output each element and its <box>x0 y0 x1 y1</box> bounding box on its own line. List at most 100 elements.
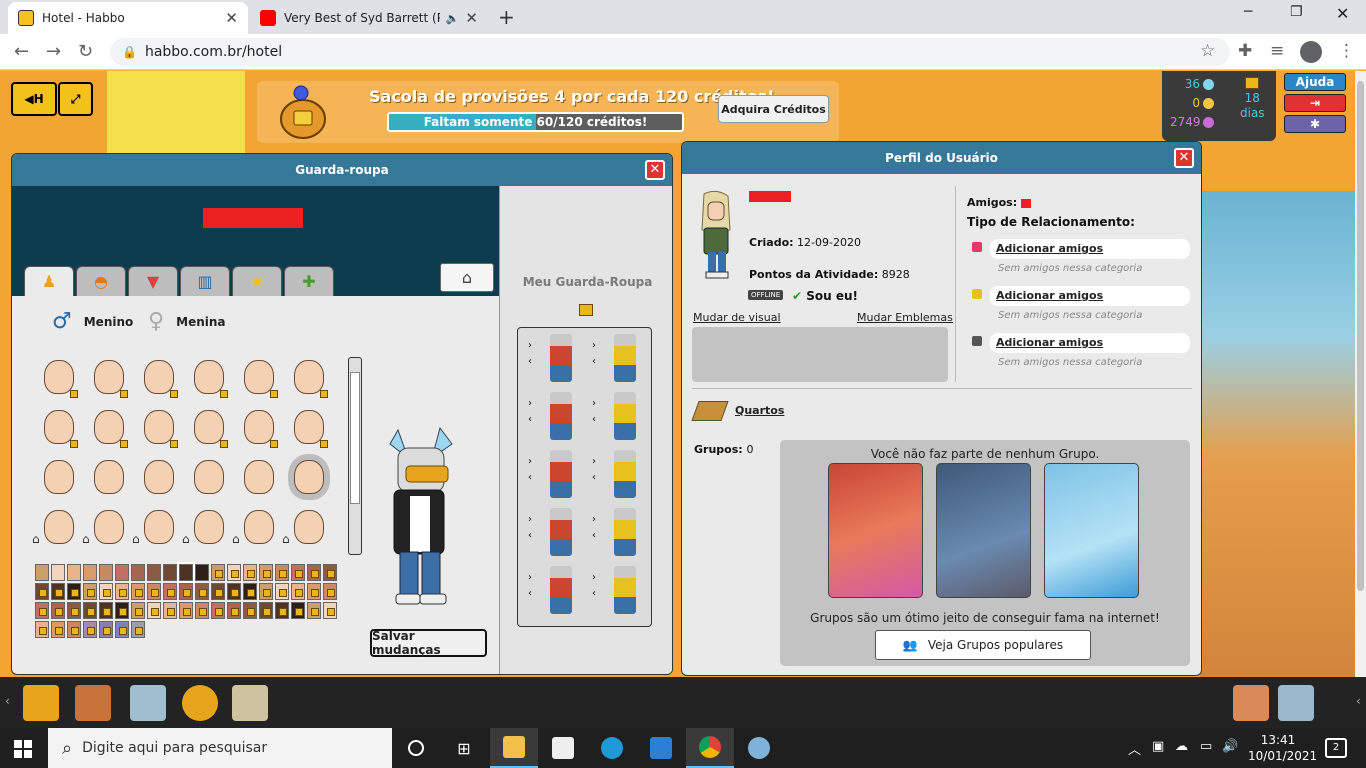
color-swatch[interactable] <box>35 583 49 600</box>
load-outfit-arrow-icon[interactable]: ‹ <box>592 472 596 483</box>
face-option[interactable] <box>194 360 224 394</box>
extensions-puzzle-icon[interactable]: ✚ <box>1238 41 1252 61</box>
saved-outfit-slot[interactable] <box>550 566 572 614</box>
load-outfit-arrow-icon[interactable]: ‹ <box>528 530 532 541</box>
media-queue-icon[interactable]: ≡ <box>1270 41 1284 61</box>
color-swatch[interactable] <box>99 621 113 638</box>
catalog-icon[interactable] <box>130 685 166 721</box>
saved-outfit-slot[interactable] <box>550 508 572 556</box>
color-swatch[interactable] <box>83 564 97 581</box>
store-icon[interactable] <box>539 728 587 768</box>
face-option[interactable] <box>244 510 274 544</box>
save-outfit-arrow-icon[interactable]: › <box>592 340 596 351</box>
load-outfit-arrow-icon[interactable]: ‹ <box>528 356 532 367</box>
color-swatch[interactable] <box>131 621 145 638</box>
profile-header[interactable]: Perfil do Usuário ✕ <box>682 142 1201 174</box>
tab-legs[interactable]: ▥ <box>180 266 230 296</box>
save-outfit-arrow-icon[interactable]: › <box>592 514 596 525</box>
load-outfit-arrow-icon[interactable]: ‹ <box>528 472 532 483</box>
face-option[interactable] <box>44 360 74 394</box>
save-outfit-arrow-icon[interactable]: › <box>528 572 532 583</box>
profile-avatar-icon[interactable] <box>1300 41 1322 63</box>
save-outfit-arrow-icon[interactable]: › <box>592 456 596 467</box>
change-look-link[interactable]: Mudar de visual <box>693 311 781 324</box>
color-swatch[interactable] <box>227 564 241 581</box>
color-swatch[interactable] <box>83 621 97 638</box>
face-option[interactable] <box>44 510 74 544</box>
color-swatch[interactable] <box>307 583 321 600</box>
color-swatch[interactable] <box>211 583 225 600</box>
face-option[interactable] <box>244 360 274 394</box>
face-option[interactable] <box>94 510 124 544</box>
face-option[interactable] <box>194 460 224 494</box>
network-icon[interactable]: ▭ <box>1200 739 1212 754</box>
buy-credits-button[interactable]: Adquira Créditos <box>718 95 829 123</box>
add-friends-link[interactable]: Adicionar amigos <box>990 333 1190 353</box>
face-option[interactable] <box>194 410 224 444</box>
taskbar-search-box[interactable]: ⌕ Digite aqui para pesquisar <box>48 728 392 768</box>
face-option[interactable] <box>244 460 274 494</box>
color-swatch[interactable] <box>67 583 81 600</box>
task-view-icon[interactable]: ⊞ <box>440 728 488 768</box>
wardrobe-hanger-button[interactable]: ⌂ <box>440 263 494 292</box>
face-option[interactable] <box>194 510 224 544</box>
face-option[interactable] <box>144 360 174 394</box>
color-swatch[interactable] <box>275 564 289 581</box>
speaker-icon[interactable]: 🔈 <box>446 12 460 25</box>
color-swatch[interactable] <box>67 564 81 581</box>
color-swatch[interactable] <box>99 583 113 600</box>
color-swatch[interactable] <box>291 583 305 600</box>
file-explorer-icon[interactable] <box>490 728 538 768</box>
color-swatch[interactable] <box>195 602 209 619</box>
color-swatch[interactable] <box>291 602 305 619</box>
color-swatch[interactable] <box>179 583 193 600</box>
tab-youtube[interactable]: Very Best of Syd Barrett (Pink 🔈 ✕ <box>250 2 488 34</box>
wardrobe-close-button[interactable]: ✕ <box>645 160 665 180</box>
tab-habbo[interactable]: Hotel - Habbo ✕ <box>8 2 248 34</box>
color-swatch[interactable] <box>211 564 225 581</box>
color-swatch[interactable] <box>83 602 97 619</box>
save-outfit-arrow-icon[interactable]: › <box>592 398 596 409</box>
color-swatch[interactable] <box>131 602 145 619</box>
color-swatch[interactable] <box>307 602 321 619</box>
color-swatch[interactable] <box>323 583 337 600</box>
color-swatch[interactable] <box>99 564 113 581</box>
color-swatch[interactable] <box>131 564 145 581</box>
color-swatch[interactable] <box>275 583 289 600</box>
saved-outfit-slot[interactable] <box>550 334 572 382</box>
save-outfit-arrow-icon[interactable]: › <box>528 340 532 351</box>
load-outfit-arrow-icon[interactable]: ‹ <box>528 414 532 425</box>
tab-effects[interactable]: ★ <box>232 266 282 296</box>
edge-icon[interactable] <box>588 728 636 768</box>
color-swatch[interactable] <box>275 602 289 619</box>
face-option[interactable] <box>94 410 124 444</box>
color-swatch[interactable] <box>323 564 337 581</box>
color-swatch[interactable] <box>259 602 273 619</box>
color-swatch[interactable] <box>35 621 49 638</box>
color-swatch[interactable] <box>163 583 177 600</box>
color-swatch[interactable] <box>195 564 209 581</box>
tab-body[interactable]: ♟ <box>24 266 74 296</box>
color-swatch[interactable] <box>227 602 241 619</box>
friends-icon[interactable] <box>1233 685 1269 721</box>
color-swatch[interactable] <box>259 583 273 600</box>
color-swatch[interactable] <box>243 564 257 581</box>
face-option[interactable] <box>144 460 174 494</box>
color-swatch[interactable] <box>147 602 161 619</box>
face-option[interactable] <box>94 360 124 394</box>
load-outfit-arrow-icon[interactable]: ‹ <box>592 588 596 599</box>
face-option[interactable] <box>294 360 324 394</box>
paint-icon[interactable] <box>735 728 783 768</box>
tab-pets[interactable]: ✚ <box>284 266 334 296</box>
gender-female-option[interactable]: ♀ Menina <box>148 309 226 334</box>
settings-button[interactable]: ✱ <box>1284 115 1346 133</box>
saved-outfit-slot[interactable] <box>550 392 572 440</box>
hotel-view-icon[interactable] <box>23 685 59 721</box>
new-tab-button[interactable]: + <box>498 5 515 29</box>
save-outfit-arrow-icon[interactable]: › <box>528 456 532 467</box>
search-friends-icon[interactable] <box>1278 685 1314 721</box>
color-swatch[interactable] <box>163 602 177 619</box>
rooms-link[interactable]: Quartos <box>735 404 784 417</box>
forward-arrow-icon[interactable]: → <box>46 41 61 62</box>
color-swatch[interactable] <box>83 583 97 600</box>
